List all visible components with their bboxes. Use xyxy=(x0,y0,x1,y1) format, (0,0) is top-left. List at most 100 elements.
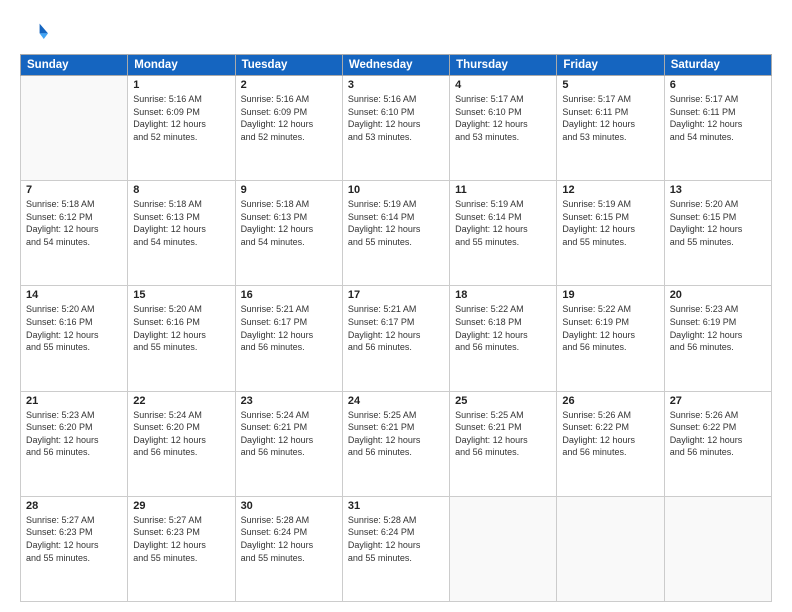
calendar-cell: 3 Sunrise: 5:16 AM Sunset: 6:10 PM Daylig… xyxy=(342,76,449,181)
day-info: Sunrise: 5:26 AM Sunset: 6:22 PM Dayligh… xyxy=(670,409,766,459)
calendar-cell: 10 Sunrise: 5:19 AM Sunset: 6:14 PM Dayli… xyxy=(342,181,449,286)
day-info: Sunrise: 5:16 AM Sunset: 6:10 PM Dayligh… xyxy=(348,93,444,143)
calendar-cell: 22Sunrise: 5:24 AM Sunset: 6:20 PM Dayli… xyxy=(128,391,235,496)
calendar-cell: 23Sunrise: 5:24 AM Sunset: 6:21 PM Dayli… xyxy=(235,391,342,496)
day-number: 30 xyxy=(241,500,337,512)
day-info: Sunrise: 5:17 AM Sunset: 6:11 PM Dayligh… xyxy=(562,93,658,143)
day-info: Sunrise: 5:20 AM Sunset: 6:16 PM Dayligh… xyxy=(26,303,122,353)
calendar-cell: 9 Sunrise: 5:18 AM Sunset: 6:13 PM Daylig… xyxy=(235,181,342,286)
calendar-cell xyxy=(450,496,557,601)
day-number: 27 xyxy=(670,395,766,407)
calendar-body: 1Sunrise: 5:16 AM Sunset: 6:09 PM Daylig… xyxy=(21,76,772,602)
day-info: Sunrise: 5:19 AM Sunset: 6:15 PM Dayligh… xyxy=(562,198,658,248)
calendar-cell xyxy=(664,496,771,601)
day-number: 20 xyxy=(670,289,766,301)
day-number: 9 xyxy=(241,184,337,196)
day-number: 18 xyxy=(455,289,551,301)
week-row-4: 28 Sunrise: 5:27 AM Sunset: 6:23 PM Dayli… xyxy=(21,496,772,601)
day-number: 2 xyxy=(241,79,337,91)
calendar-cell: 29 Sunrise: 5:27 AM Sunset: 6:23 PM Dayli… xyxy=(128,496,235,601)
day-info: Sunrise: 5:28 AM Sunset: 6:24 PM Dayligh… xyxy=(241,514,337,564)
calendar-cell: 30 Sunrise: 5:28 AM Sunset: 6:24 PM Dayli… xyxy=(235,496,342,601)
day-info: Sunrise: 5:16 AM Sunset: 6:09 PM Dayligh… xyxy=(133,93,229,143)
day-number: 13 xyxy=(670,184,766,196)
day-number: 5 xyxy=(562,79,658,91)
day-number: 12 xyxy=(562,184,658,196)
calendar-cell xyxy=(557,496,664,601)
calendar-cell: 13Sunrise: 5:20 AM Sunset: 6:15 PM Dayli… xyxy=(664,181,771,286)
day-info: Sunrise: 5:23 AM Sunset: 6:19 PM Dayligh… xyxy=(670,303,766,353)
day-info: Sunrise: 5:18 AM Sunset: 6:13 PM Dayligh… xyxy=(241,198,337,248)
calendar-header-friday: Friday xyxy=(557,55,664,76)
day-number: 17 xyxy=(348,289,444,301)
calendar-cell: 5 Sunrise: 5:17 AM Sunset: 6:11 PM Daylig… xyxy=(557,76,664,181)
day-number: 23 xyxy=(241,395,337,407)
day-number: 4 xyxy=(455,79,551,91)
logo xyxy=(20,18,52,46)
calendar-cell: 20 Sunrise: 5:23 AM Sunset: 6:19 PM Dayli… xyxy=(664,286,771,391)
day-info: Sunrise: 5:25 AM Sunset: 6:21 PM Dayligh… xyxy=(348,409,444,459)
calendar-cell xyxy=(21,76,128,181)
day-number: 31 xyxy=(348,500,444,512)
calendar-header-tuesday: Tuesday xyxy=(235,55,342,76)
calendar-cell: 2 Sunrise: 5:16 AM Sunset: 6:09 PM Daylig… xyxy=(235,76,342,181)
day-info: Sunrise: 5:22 AM Sunset: 6:18 PM Dayligh… xyxy=(455,303,551,353)
calendar-cell: 1Sunrise: 5:16 AM Sunset: 6:09 PM Daylig… xyxy=(128,76,235,181)
week-row-3: 21 Sunrise: 5:23 AM Sunset: 6:20 PM Dayli… xyxy=(21,391,772,496)
calendar-cell: 14 Sunrise: 5:20 AM Sunset: 6:16 PM Dayli… xyxy=(21,286,128,391)
day-info: Sunrise: 5:17 AM Sunset: 6:10 PM Dayligh… xyxy=(455,93,551,143)
day-number: 19 xyxy=(562,289,658,301)
day-number: 14 xyxy=(26,289,122,301)
day-info: Sunrise: 5:23 AM Sunset: 6:20 PM Dayligh… xyxy=(26,409,122,459)
day-number: 15 xyxy=(133,289,229,301)
calendar-cell: 18 Sunrise: 5:22 AM Sunset: 6:18 PM Dayli… xyxy=(450,286,557,391)
day-info: Sunrise: 5:27 AM Sunset: 6:23 PM Dayligh… xyxy=(26,514,122,564)
calendar-cell: 28 Sunrise: 5:27 AM Sunset: 6:23 PM Dayli… xyxy=(21,496,128,601)
calendar-header-sunday: Sunday xyxy=(21,55,128,76)
calendar-cell: 12 Sunrise: 5:19 AM Sunset: 6:15 PM Dayli… xyxy=(557,181,664,286)
day-info: Sunrise: 5:21 AM Sunset: 6:17 PM Dayligh… xyxy=(348,303,444,353)
day-info: Sunrise: 5:26 AM Sunset: 6:22 PM Dayligh… xyxy=(562,409,658,459)
calendar-cell: 31 Sunrise: 5:28 AM Sunset: 6:24 PM Dayli… xyxy=(342,496,449,601)
day-info: Sunrise: 5:28 AM Sunset: 6:24 PM Dayligh… xyxy=(348,514,444,564)
day-number: 24 xyxy=(348,395,444,407)
day-number: 28 xyxy=(26,500,122,512)
day-info: Sunrise: 5:20 AM Sunset: 6:16 PM Dayligh… xyxy=(133,303,229,353)
day-info: Sunrise: 5:19 AM Sunset: 6:14 PM Dayligh… xyxy=(348,198,444,248)
day-info: Sunrise: 5:16 AM Sunset: 6:09 PM Dayligh… xyxy=(241,93,337,143)
logo-icon xyxy=(20,18,48,46)
header xyxy=(20,18,772,46)
day-info: Sunrise: 5:18 AM Sunset: 6:12 PM Dayligh… xyxy=(26,198,122,248)
calendar-cell: 15 Sunrise: 5:20 AM Sunset: 6:16 PM Dayli… xyxy=(128,286,235,391)
calendar-cell: 6Sunrise: 5:17 AM Sunset: 6:11 PM Daylig… xyxy=(664,76,771,181)
day-number: 21 xyxy=(26,395,122,407)
day-info: Sunrise: 5:18 AM Sunset: 6:13 PM Dayligh… xyxy=(133,198,229,248)
calendar-cell: 26Sunrise: 5:26 AM Sunset: 6:22 PM Dayli… xyxy=(557,391,664,496)
calendar-cell: 4 Sunrise: 5:17 AM Sunset: 6:10 PM Daylig… xyxy=(450,76,557,181)
calendar-cell: 25 Sunrise: 5:25 AM Sunset: 6:21 PM Dayli… xyxy=(450,391,557,496)
day-number: 25 xyxy=(455,395,551,407)
day-number: 29 xyxy=(133,500,229,512)
calendar-cell: 11Sunrise: 5:19 AM Sunset: 6:14 PM Dayli… xyxy=(450,181,557,286)
calendar-cell: 8 Sunrise: 5:18 AM Sunset: 6:13 PM Daylig… xyxy=(128,181,235,286)
day-number: 8 xyxy=(133,184,229,196)
calendar-cell: 16Sunrise: 5:21 AM Sunset: 6:17 PM Dayli… xyxy=(235,286,342,391)
calendar: SundayMondayTuesdayWednesdayThursdayFrid… xyxy=(20,54,772,602)
day-number: 16 xyxy=(241,289,337,301)
calendar-header-saturday: Saturday xyxy=(664,55,771,76)
calendar-header-thursday: Thursday xyxy=(450,55,557,76)
day-number: 10 xyxy=(348,184,444,196)
day-info: Sunrise: 5:25 AM Sunset: 6:21 PM Dayligh… xyxy=(455,409,551,459)
day-number: 6 xyxy=(670,79,766,91)
week-row-1: 7 Sunrise: 5:18 AM Sunset: 6:12 PM Daylig… xyxy=(21,181,772,286)
calendar-header-wednesday: Wednesday xyxy=(342,55,449,76)
day-number: 7 xyxy=(26,184,122,196)
day-number: 11 xyxy=(455,184,551,196)
day-number: 3 xyxy=(348,79,444,91)
day-info: Sunrise: 5:27 AM Sunset: 6:23 PM Dayligh… xyxy=(133,514,229,564)
page: SundayMondayTuesdayWednesdayThursdayFrid… xyxy=(0,0,792,612)
calendar-cell: 27 Sunrise: 5:26 AM Sunset: 6:22 PM Dayli… xyxy=(664,391,771,496)
day-info: Sunrise: 5:22 AM Sunset: 6:19 PM Dayligh… xyxy=(562,303,658,353)
calendar-header-monday: Monday xyxy=(128,55,235,76)
calendar-cell: 19 Sunrise: 5:22 AM Sunset: 6:19 PM Dayli… xyxy=(557,286,664,391)
